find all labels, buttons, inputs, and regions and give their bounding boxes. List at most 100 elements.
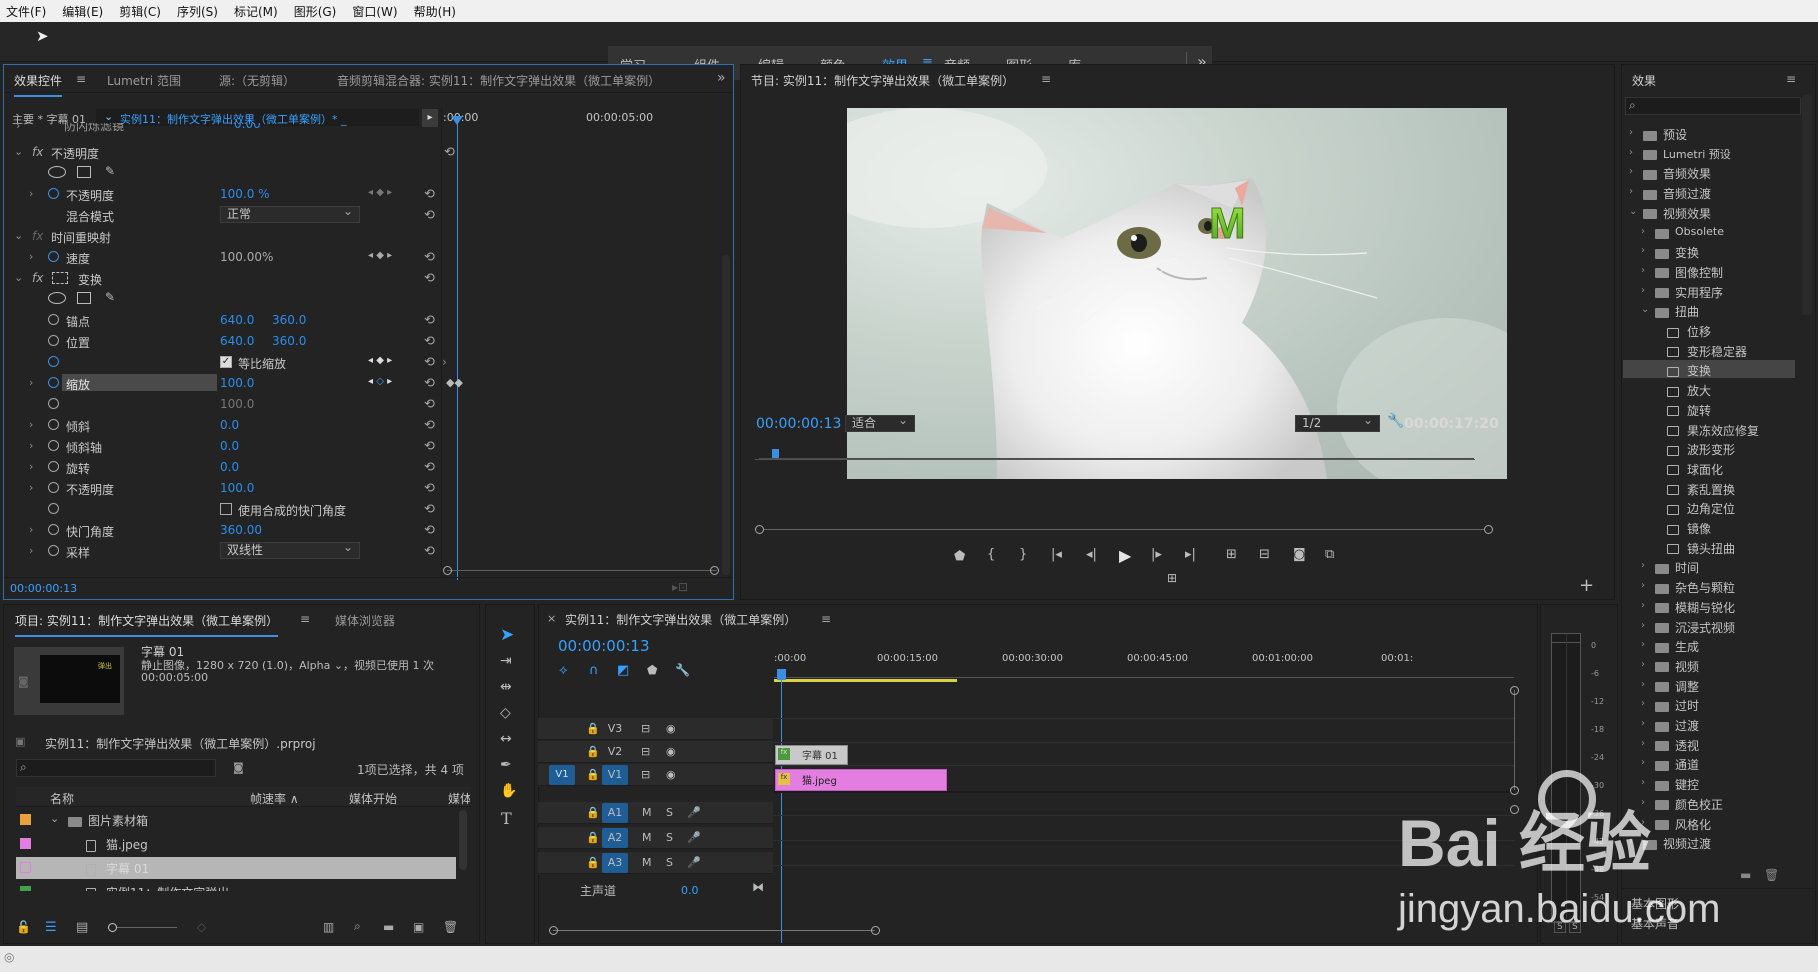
marker-icon[interactable]: ⬟ (647, 663, 657, 677)
chevron-right-icon[interactable]: › (1641, 679, 1645, 690)
effect-item-19[interactable]: 边角定位 (1623, 498, 1799, 517)
slip-tool-icon[interactable]: ↔ (500, 731, 512, 747)
new-search-bin-icon[interactable]: ◙ (233, 761, 244, 774)
chevron-right-icon[interactable]: › (1641, 285, 1645, 296)
play-icon[interactable]: ▶ (1119, 546, 1131, 565)
prop-speed[interactable]: › 速度 100.00% ◂ ◆ ▸ ⟲ (4, 247, 435, 268)
blend-mode-select[interactable]: 正常 (220, 204, 360, 223)
effect-item-9[interactable]: ⌄ 扭曲 (1623, 301, 1799, 320)
effect-item-15[interactable]: 果冻效应修复 (1623, 420, 1799, 439)
prop-position[interactable]: 位置 640.0 360.0 ⟲ (4, 331, 435, 352)
ec-zoom-bar[interactable] (447, 570, 717, 571)
work-area-bar[interactable] (774, 679, 957, 682)
prop-comp-shutter[interactable]: 使用合成的快门角度 ⟲ (4, 499, 435, 520)
effect-item-28[interactable]: › 调整 (1623, 676, 1799, 695)
prop-shutter-angle[interactable]: › 快门角度 360.00 ⟲ (4, 520, 435, 541)
track-target-V1[interactable]: V1 (602, 765, 628, 785)
master-end-icon[interactable]: ⧓ (752, 880, 764, 894)
col-framerate[interactable]: 帧速率 ∧ (250, 790, 299, 807)
sampling-select[interactable]: 双线性 (220, 540, 360, 559)
ec-timeline-ruler[interactable]: :00:00 00:00:05:00 (443, 108, 723, 128)
program-title[interactable]: 节目: 实例11：制作文字弹出效果（微工单案例） (751, 72, 1014, 89)
effect-item-36[interactable]: › 视频过渡 (1623, 833, 1799, 852)
chevron-right-icon[interactable]: › (1641, 265, 1645, 276)
delete-icon[interactable]: 🗑 (1764, 868, 1779, 882)
track-header-A2[interactable]: 🔒 A2 M S 🎤 (538, 827, 773, 849)
microphone-icon[interactable]: 🎤 (687, 806, 701, 819)
track-target-V2[interactable]: V2 (602, 742, 628, 762)
col-media[interactable]: 媒体 (448, 790, 470, 807)
label-color-swatch[interactable] (20, 886, 31, 891)
timeline-playhead[interactable] (777, 669, 786, 680)
effect-item-27[interactable]: › 视频 (1623, 656, 1799, 675)
link-icon[interactable]: ∩ (589, 663, 599, 678)
step-back-icon[interactable]: ◂| (1086, 547, 1097, 562)
panel-menu-icon[interactable]: ≡ (821, 612, 831, 626)
solo-right-button[interactable]: S (1569, 921, 1581, 933)
panel-menu-icon[interactable]: ≡ (300, 612, 310, 626)
ec-timecode[interactable]: 00:00:00:13 (10, 582, 77, 595)
mark-out-icon[interactable]: } (1019, 547, 1027, 562)
chevron-right-icon[interactable]: › (1641, 738, 1645, 749)
solo-left-button[interactable]: S (1554, 921, 1566, 933)
track-target-V3[interactable]: V3 (602, 719, 628, 739)
chevron-right-icon[interactable]: › (1641, 718, 1645, 729)
prop-group-time-remap[interactable]: ⌄ fx 时间重映射 (4, 226, 434, 247)
menu-item-5[interactable]: 图形(G) (292, 3, 339, 20)
chevron-right-icon[interactable]: › (1629, 186, 1633, 197)
razor-tool-icon[interactable]: ◇ (500, 705, 511, 721)
ec-scrollbar[interactable] (722, 255, 730, 575)
add-button-icon[interactable]: + (1579, 575, 1594, 596)
camera-icon[interactable]: ◙ (18, 675, 29, 688)
extract-icon[interactable]: ⊟ (1259, 547, 1270, 562)
prop-group-opacity[interactable]: ⌄ fx 不透明度 ⟲ (4, 142, 455, 163)
track-target-A2[interactable]: A2 (602, 828, 628, 848)
go-to-out-icon[interactable]: ▸| (1185, 547, 1196, 562)
add-marker-icon[interactable]: ⬟ (954, 549, 965, 564)
chevron-right-icon[interactable]: › (1641, 620, 1645, 631)
project-row-1[interactable]: 猫.jpeg (16, 833, 456, 855)
new-bin-icon[interactable]: ▬ (383, 920, 394, 934)
prop-opacity[interactable]: › 不透明度 100.0 % ◂ ◆ ▸ ⟲ (4, 184, 435, 205)
lock-icon[interactable]: 🔓 (16, 920, 31, 934)
chevron-right-icon[interactable]: › (1641, 639, 1645, 650)
effect-item-16[interactable]: 波形变形 (1623, 439, 1799, 458)
close-icon[interactable]: × (547, 612, 556, 625)
prop-skew[interactable]: › 倾斜 0.0 ⟲ (4, 415, 435, 436)
master-volume[interactable]: 0.0 (681, 884, 699, 897)
track-target-A1[interactable]: A1 (602, 803, 628, 823)
chevron-down-icon[interactable]: ⌄ (1629, 206, 1637, 217)
effect-item-25[interactable]: › 沉浸式视频 (1623, 617, 1799, 636)
eye-icon[interactable]: ◉ (666, 768, 676, 781)
prop-group-transform[interactable]: ⌄ fx 变换 ⟲ (4, 268, 435, 289)
tab-audio-clip-mixer[interactable]: 音频剪辑混合器: 实例11：制作文字弹出效果（微工单案例） (337, 72, 660, 89)
chevron-down-icon[interactable]: ⌄ (50, 812, 59, 825)
chevron-right-icon[interactable]: › (1641, 245, 1645, 256)
chevron-down-icon[interactable]: ⌄ (104, 110, 113, 123)
timeline-h-scrollbar[interactable] (553, 930, 875, 931)
project-search-input[interactable]: ⌕ (16, 759, 216, 777)
sync-lock-icon[interactable]: ⊟ (641, 768, 650, 781)
chevron-right-icon[interactable]: › (1641, 797, 1645, 808)
essential-sound-link[interactable]: 基本声音 (1631, 915, 1679, 932)
chevron-right-icon[interactable]: › (1629, 147, 1633, 158)
zoom-slider-handle[interactable] (108, 923, 117, 932)
filter-icon[interactable]: ▸⊡ (672, 580, 688, 594)
panel-menu-icon[interactable]: ≡ (76, 72, 86, 86)
ec-playhead[interactable] (451, 116, 463, 125)
chevron-right-icon[interactable]: › (1641, 757, 1645, 768)
effect-item-7[interactable]: › 图像控制 (1623, 262, 1799, 281)
col-media-start[interactable]: 媒体开始 (349, 790, 397, 807)
program-scrubber[interactable] (755, 449, 1475, 463)
timeline-ruler[interactable]: :00:00 00:00:15:00 00:00:30:00 00:00:45:00 0… (774, 651, 1514, 682)
reset-icon[interactable]: ⟲ (444, 145, 455, 160)
menu-item-3[interactable]: 序列(S) (175, 3, 220, 20)
resolution-select[interactable]: 1/2 (1295, 413, 1380, 432)
type-tool-icon[interactable]: T (501, 809, 512, 828)
uniform-scale-checkbox[interactable]: ✓ (220, 356, 232, 368)
essential-graphics-link[interactable]: 基本图形 (1631, 895, 1679, 912)
effect-item-31[interactable]: › 透视 (1623, 735, 1799, 754)
menu-item-7[interactable]: 帮助(H) (412, 3, 458, 20)
microphone-icon[interactable]: 🎤 (687, 831, 701, 844)
tab-source[interactable]: 源:（无剪辑） (219, 72, 295, 89)
